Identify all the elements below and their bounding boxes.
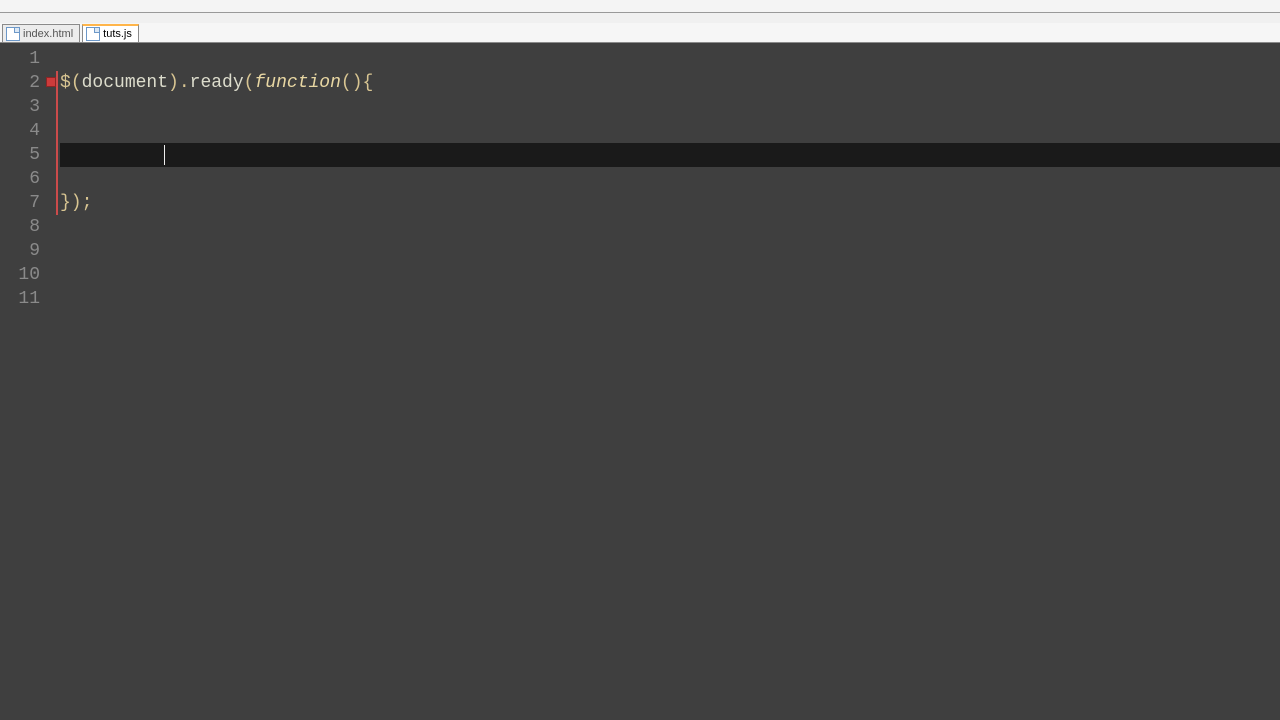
- tab-label: tuts.js: [103, 28, 132, 40]
- text-cursor: [164, 145, 165, 165]
- file-icon: [86, 27, 100, 41]
- line-number: 11: [0, 287, 40, 311]
- tab-tuts-js[interactable]: tuts.js: [82, 24, 139, 42]
- line-number: 4: [0, 119, 40, 143]
- code-line[interactable]: $(document).ready(function(){: [60, 71, 1280, 95]
- token: ready: [190, 73, 244, 93]
- token: (){: [341, 73, 373, 93]
- token: ).: [168, 73, 190, 93]
- line-number: 2: [0, 71, 40, 95]
- token: function: [254, 73, 340, 93]
- code-editor[interactable]: 1234567891011 $(document).ready(function…: [0, 43, 1280, 720]
- fold-marker-icon[interactable]: [46, 77, 56, 87]
- line-number: 10: [0, 263, 40, 287]
- code-line[interactable]: [60, 167, 1280, 191]
- code-line[interactable]: [60, 263, 1280, 287]
- line-number: 6: [0, 167, 40, 191]
- tab-index-html[interactable]: index.html: [2, 24, 80, 42]
- tab-bar: index.html tuts.js: [0, 23, 1280, 43]
- code-line[interactable]: [60, 95, 1280, 119]
- code-line[interactable]: [60, 119, 1280, 143]
- window-titlebar[interactable]: [0, 0, 1280, 13]
- menubar[interactable]: [0, 13, 1280, 23]
- token: (: [244, 73, 255, 93]
- fold-column[interactable]: [46, 43, 58, 720]
- line-number: 1: [0, 47, 40, 71]
- token: document: [82, 73, 168, 93]
- line-number: 3: [0, 95, 40, 119]
- token: });: [60, 193, 92, 213]
- code-line[interactable]: [60, 47, 1280, 71]
- line-number: 7: [0, 191, 40, 215]
- code-line[interactable]: [60, 215, 1280, 239]
- token: $: [60, 73, 71, 93]
- line-number: 8: [0, 215, 40, 239]
- line-number: 5: [0, 143, 40, 167]
- code-line[interactable]: [60, 239, 1280, 263]
- line-number-gutter: 1234567891011: [0, 43, 46, 720]
- line-number: 9: [0, 239, 40, 263]
- token: (: [71, 73, 82, 93]
- code-line[interactable]: [60, 143, 1280, 167]
- tab-label: index.html: [23, 28, 73, 40]
- code-line[interactable]: [60, 287, 1280, 311]
- code-area[interactable]: $(document).ready(function(){});: [58, 43, 1280, 720]
- code-line[interactable]: });: [60, 191, 1280, 215]
- file-icon: [6, 27, 20, 41]
- editor-window: index.html tuts.js 1234567891011 $(docum…: [0, 0, 1280, 720]
